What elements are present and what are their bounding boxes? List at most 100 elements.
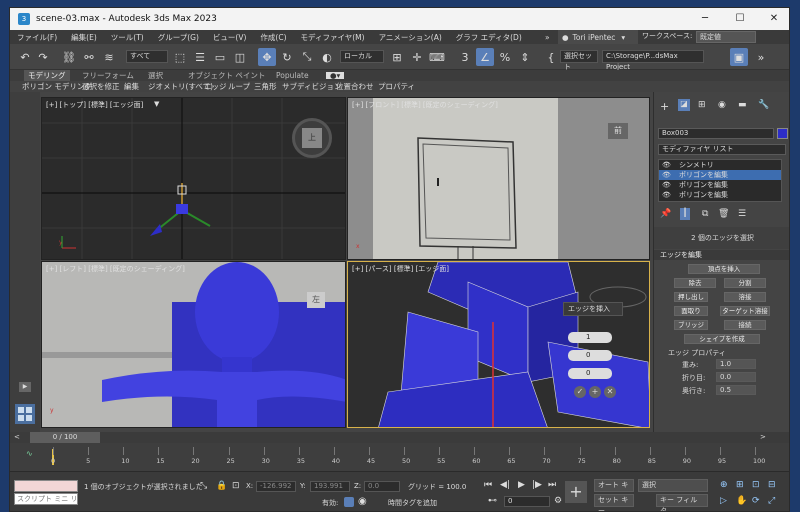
reference-coordinate-dropdown[interactable]: ローカル — [340, 50, 384, 63]
ribbon-subdivision[interactable]: サブディビジョン — [282, 81, 341, 92]
ribbon-edit[interactable]: 編集 — [124, 81, 139, 92]
next-frame-icon[interactable]: |▶ — [532, 480, 542, 490]
menu-edit[interactable]: 編集(E) — [64, 32, 104, 43]
configure-sets-icon[interactable]: ☰ — [738, 209, 746, 219]
ribbon-align[interactable]: 位置合わせ — [336, 81, 374, 92]
snaps-toggle-icon[interactable]: 3 — [456, 48, 474, 66]
tab-selection[interactable]: 選択 — [144, 70, 167, 81]
unlink-icon[interactable]: ⚯ — [80, 48, 98, 66]
prev-frame-icon[interactable]: ◀| — [500, 480, 510, 490]
select-by-name-icon[interactable]: ☰ — [191, 48, 209, 66]
stack-item-symmetry[interactable]: 👁 シンメトリ — [659, 160, 781, 170]
pivot-center-icon[interactable]: ⊞ — [388, 48, 406, 66]
current-frame-field[interactable]: 0 — [504, 496, 550, 507]
zoom-icon[interactable]: ⊕ — [720, 480, 728, 490]
percent-snap-icon[interactable]: % — [496, 48, 514, 66]
spinner-snap-icon[interactable]: ⇕ — [516, 48, 534, 66]
named-selection-dropdown[interactable]: 選択セット — [560, 50, 598, 71]
zoom-extents-icon[interactable]: ⊡ — [752, 480, 760, 490]
menu-graph-editors[interactable]: グラフ エディタ(D) — [449, 32, 529, 43]
lock-selection-icon[interactable]: 🔒 — [216, 481, 227, 491]
viewport-perspective[interactable]: [+] [パース] [標準] [エッジ面] エッジを挿入 1 0 0 ✓ + ✕ — [347, 261, 650, 428]
viewport-front[interactable]: [+] [フロント] [標準] [既定のシェーディング] x 前 — [347, 97, 650, 260]
remove-modifier-icon[interactable]: 🗑 — [718, 209, 729, 219]
ribbon-properties[interactable]: プロパティ — [378, 81, 415, 92]
close-button[interactable]: ✕ — [757, 8, 789, 30]
object-color-swatch[interactable] — [777, 128, 788, 139]
viewcube-front[interactable]: 前 — [608, 123, 628, 139]
key-mode-icon[interactable]: ⊷ — [488, 496, 497, 506]
menu-animation[interactable]: アニメーション(A) — [372, 32, 449, 43]
select-rotate-icon[interactable]: ↻ — [278, 48, 296, 66]
zoom-extents-all-icon[interactable]: ⊟ — [768, 480, 776, 490]
orbit-icon[interactable]: ⟳ — [752, 496, 760, 506]
extrude-button[interactable]: 押し出し — [674, 292, 708, 302]
keyboard-shortcut-icon[interactable]: ⌨ — [428, 48, 446, 66]
select-object-icon[interactable]: ⬚ — [171, 48, 189, 66]
tab-modeling[interactable]: モデリング — [24, 70, 70, 81]
ribbon-edges[interactable]: エッジ — [204, 81, 227, 92]
key-filters-button[interactable]: キー フィルタ... — [656, 494, 708, 511]
select-manipulate-icon[interactable]: ✛ — [408, 48, 426, 66]
menu-tools[interactable]: ツール(T) — [104, 32, 151, 43]
display-tab-icon[interactable]: ▬ — [738, 100, 747, 110]
save-project-icon[interactable]: ▣ — [730, 48, 748, 66]
caddy-slide-field[interactable]: 0 — [568, 368, 612, 379]
time-slider-bar[interactable]: < 0 / 100 > — [10, 432, 789, 443]
create-shape-button[interactable]: シェイプを作成 — [684, 334, 760, 344]
viewport-persp-label[interactable]: [+] [パース] [標準] [エッジ面] — [352, 264, 449, 274]
curve-editor-icon[interactable]: ∿ — [26, 449, 33, 458]
menu-create[interactable]: 作成(C) — [253, 32, 293, 43]
caddy-segments-field[interactable]: 1 — [568, 332, 612, 343]
project-folder-dropdown[interactable]: C:\Storage\P...dsMax Project — [602, 50, 704, 71]
minimize-button[interactable]: ─ — [688, 8, 722, 30]
user-account-button[interactable]: ● Tori iPentec ▾ — [558, 30, 638, 44]
depth-field[interactable]: 0.5 — [716, 385, 756, 395]
caddy-apply-icon[interactable]: + — [589, 386, 601, 398]
absolute-mode-icon[interactable]: ⊡ — [232, 481, 240, 491]
create-tab-icon[interactable]: + — [660, 100, 669, 113]
eye-icon[interactable]: 👁 — [662, 190, 671, 200]
viewport-layout-icon[interactable] — [15, 404, 35, 424]
eye-icon[interactable]: 👁 — [662, 160, 671, 170]
toolbar-more-icon[interactable]: » — [752, 48, 770, 66]
play-mini-icon[interactable]: ▶ — [19, 382, 31, 392]
window-crossing-icon[interactable]: ◫ — [231, 48, 249, 66]
play-icon[interactable]: ▶ — [518, 480, 525, 490]
set-key-button[interactable]: セット キー — [594, 494, 634, 511]
key-mode-dropdown[interactable]: 選択 — [638, 479, 708, 492]
tab-populate[interactable]: Populate — [272, 70, 313, 81]
connect-button[interactable]: 接続 — [724, 320, 766, 330]
auto-key-button[interactable]: オート キー — [594, 479, 634, 500]
add-time-tag[interactable]: 時間タグを追加 — [388, 498, 437, 508]
track-bar[interactable]: ∿ 0 5 10 15 20 25 30 35 40 45 50 55 60 65 70 75 80 85 90 95… — [10, 443, 789, 471]
time-slider-thumb[interactable]: 0 / 100 — [30, 432, 100, 443]
time-tag-icon[interactable]: ◉ — [358, 496, 367, 507]
rect-selection-icon[interactable]: ▭ — [211, 48, 229, 66]
fov-icon[interactable]: ▷ — [720, 496, 727, 506]
bridge-button[interactable]: ブリッジ — [674, 320, 708, 330]
adaptive-degradation-icon[interactable] — [344, 497, 354, 507]
select-scale-icon[interactable]: ⤡ — [298, 48, 316, 66]
isolate-selection-icon[interactable]: ⤡ — [200, 481, 207, 491]
viewport-top[interactable]: [+] [トップ] [標準] [エッジ面] ▼ y 上 — [41, 97, 346, 260]
viewport-left-label[interactable]: [+] [レフト] [標準] [既定のシェーディング] — [46, 264, 185, 274]
eye-icon[interactable]: 👁 — [662, 170, 671, 180]
bind-spacewarp-icon[interactable]: ≋ — [100, 48, 118, 66]
viewport-top-label[interactable]: [+] [トップ] [標準] [エッジ面] — [46, 100, 143, 110]
ribbon-tris[interactable]: 三角形 — [254, 81, 277, 92]
pan-icon[interactable]: ✋ — [736, 496, 747, 506]
maximize-viewport-icon[interactable]: ⤢ — [768, 496, 775, 506]
insert-vertex-button[interactable]: 頂点を挿入 — [688, 264, 760, 274]
menu-view[interactable]: ビュー(V) — [206, 32, 253, 43]
modify-tab-icon[interactable]: ◪ — [678, 99, 690, 111]
viewport-left[interactable]: [+] [レフト] [標準] [既定のシェーディング] y 左 — [41, 261, 346, 428]
viewcube-left[interactable]: 左 — [307, 292, 325, 308]
ribbon-modify-selection[interactable]: 選択を修正 — [82, 81, 120, 92]
maxscript-listener-top[interactable] — [14, 480, 78, 492]
hierarchy-tab-icon[interactable]: ⊞ — [698, 100, 706, 110]
caddy-ok-icon[interactable]: ✓ — [574, 386, 586, 398]
pin-stack-icon[interactable]: 📌 — [660, 209, 671, 219]
caddy-cancel-icon[interactable]: ✕ — [604, 386, 616, 398]
ribbon-loops[interactable]: ループ — [228, 81, 250, 92]
